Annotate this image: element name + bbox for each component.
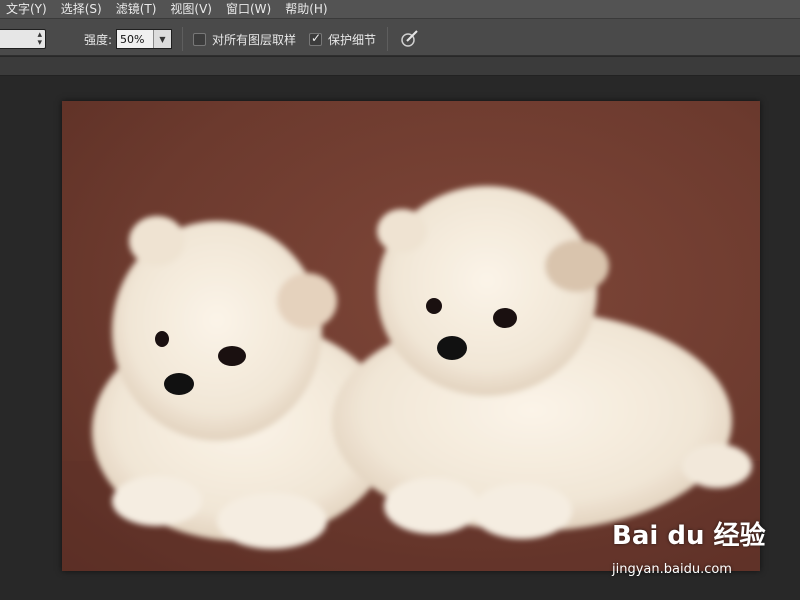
updown-arrows-icon: ▴ ▾ — [37, 30, 42, 48]
puppies-image — [62, 186, 760, 571]
sample-all-layers-label: 对所有图层取样 — [212, 33, 297, 47]
baidu-jingyan-logo: Bai du 经验 — [612, 521, 766, 551]
strength-field: ▼ — [116, 29, 172, 49]
menu-select[interactable]: 选择(S) — [55, 0, 110, 18]
separator — [182, 27, 183, 51]
menu-bar: 文字(Y) 选择(S) 滤镜(T) 视图(V) 窗口(W) 帮助(H) — [0, 0, 800, 18]
pressure-brush-icon[interactable] — [400, 28, 420, 48]
document-canvas[interactable] — [62, 101, 760, 571]
right-puppy — [332, 186, 752, 539]
menu-view[interactable]: 视图(V) — [164, 0, 220, 18]
strength-label: 强度: — [84, 33, 113, 47]
protect-detail-checkbox[interactable]: ✓ — [309, 31, 322, 46]
chevron-down-icon: ▼ — [159, 34, 166, 44]
menu-window[interactable]: 窗口(W) — [220, 0, 279, 18]
strength-dropdown-button[interactable]: ▼ — [153, 30, 171, 48]
menu-filter[interactable]: 滤镜(T) — [110, 0, 165, 18]
checkmark-icon: ✓ — [311, 31, 322, 45]
menu-help[interactable]: 帮助(H) — [279, 0, 335, 18]
protect-detail-label: 保护细节 — [328, 33, 377, 47]
tool-options-bar: ▴▾ 强度: ▼ 对所有图层取样 ✓ 保护细节 — [0, 18, 800, 56]
document-tab-strip — [0, 57, 800, 76]
mode-select[interactable]: ▴ ▾ — [0, 29, 46, 49]
baidu-watermark: Bai du 经验 jingyan.baidu.com — [612, 515, 792, 585]
watermark-url: jingyan.baidu.com — [612, 562, 732, 577]
separator — [387, 27, 388, 51]
strength-input[interactable] — [117, 30, 153, 48]
menu-type[interactable]: 文字(Y) — [0, 0, 55, 18]
sample-all-layers-checkbox[interactable] — [193, 33, 206, 46]
